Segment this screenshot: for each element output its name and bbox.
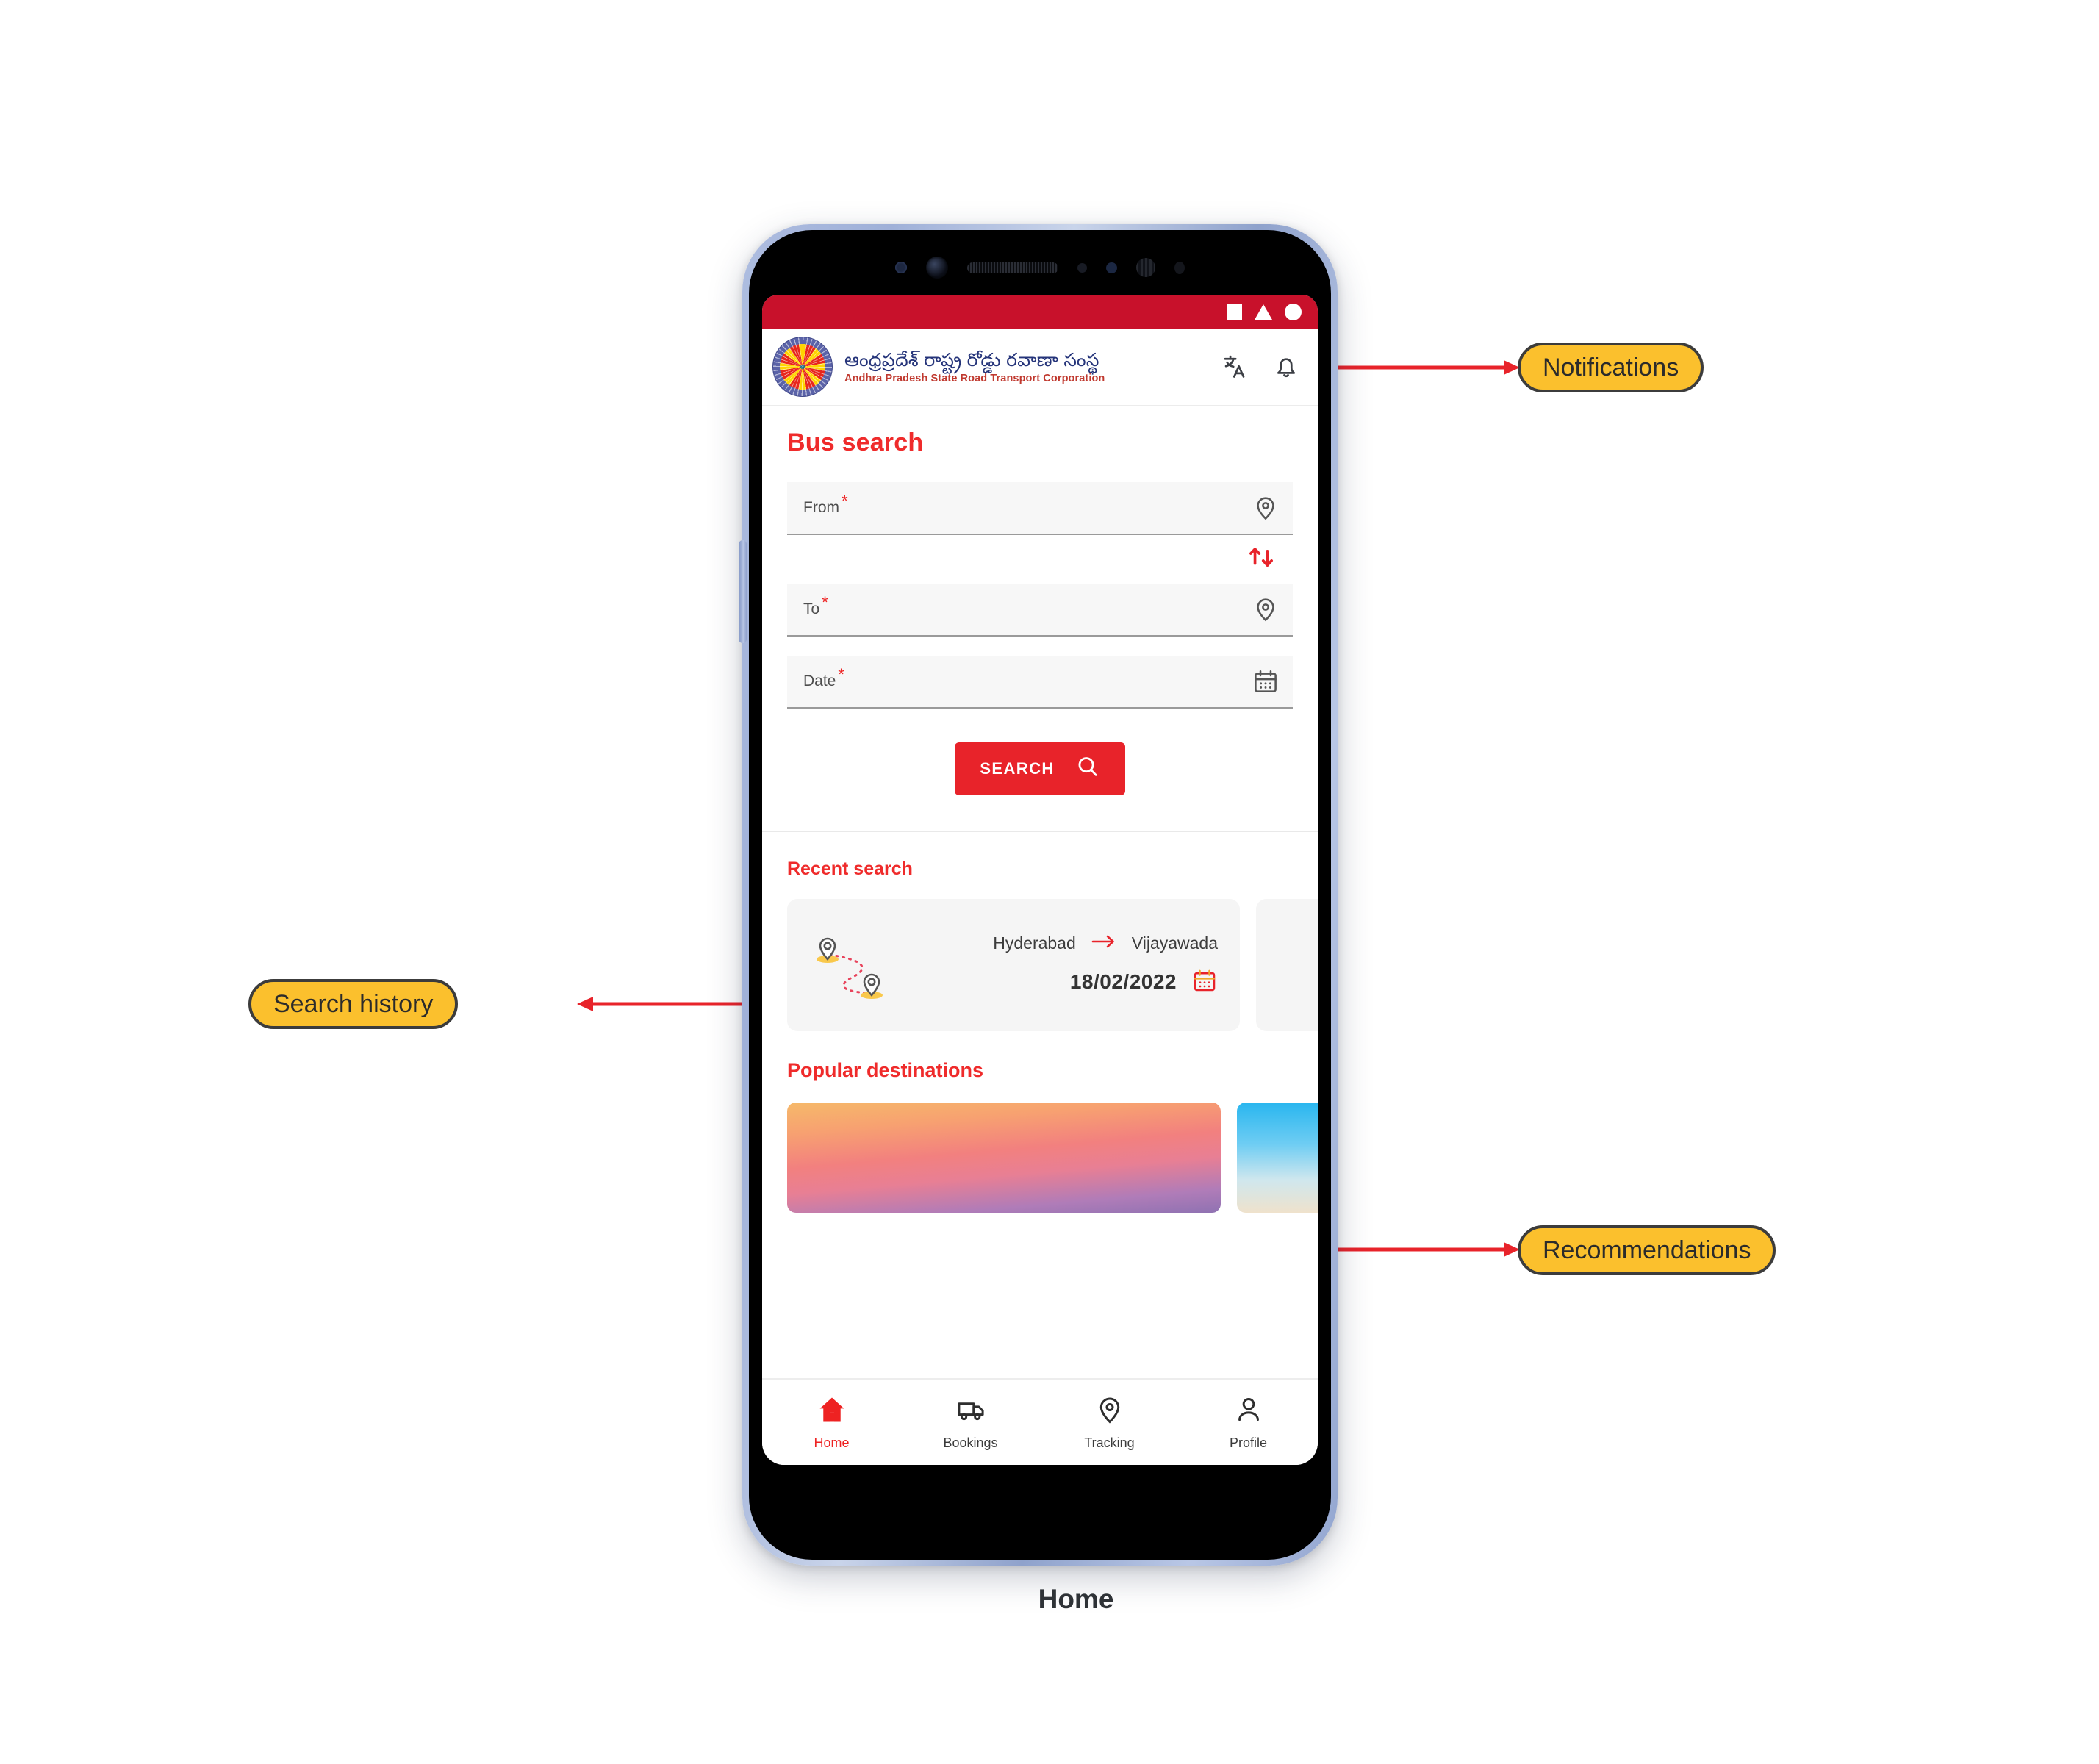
phone-screen: ఆంధ్రప్రదేశ్ రాష్ట్ర రోడ్డు రవాణా సంస్థ … xyxy=(762,295,1318,1465)
location-pin-icon[interactable] xyxy=(1252,595,1280,623)
route-destination: Vijayawada xyxy=(1131,933,1218,953)
section-divider xyxy=(762,831,1318,832)
route-date-row: 18/02/2022 xyxy=(1070,967,1218,997)
recent-search-title: Recent search xyxy=(787,858,913,879)
popular-destinations-list[interactable] xyxy=(762,1102,1318,1213)
sensor-grille-icon xyxy=(1136,258,1155,277)
translate-icon[interactable] xyxy=(1221,351,1252,382)
brand-title-telugu: ఆంధ్రప్రదేశ్ రాష్ట్ర రోడ్డు రవాణా సంస్థ xyxy=(844,349,1099,370)
destination-card-sky[interactable] xyxy=(1237,1102,1318,1213)
swap-row xyxy=(787,535,1293,584)
square-icon xyxy=(1227,304,1242,320)
triangle-icon xyxy=(1255,304,1272,320)
route-date: 18/02/2022 xyxy=(1069,970,1177,993)
nav-label-profile: Profile xyxy=(1229,1435,1268,1450)
from-field-label: From * xyxy=(803,492,848,517)
bus-icon xyxy=(955,1394,986,1429)
nav-label-bookings: Bookings xyxy=(943,1435,998,1450)
iris-sensor-icon xyxy=(1106,262,1117,273)
nav-item-tracking[interactable]: Tracking xyxy=(1040,1394,1179,1451)
arrow-right-icon xyxy=(1091,933,1117,954)
date-field-label: Date * xyxy=(803,665,844,690)
calendar-icon[interactable] xyxy=(1252,667,1280,695)
route-info: Hyderabad Vijayawada 18/02/2022 xyxy=(915,933,1221,997)
nav-item-profile[interactable]: Profile xyxy=(1179,1394,1318,1451)
app-header: ఆంధ్రప్రదేశ్ రాష్ట్ర రోడ్డు రవాణా సంస్థ … xyxy=(762,329,1318,406)
location-pin-icon xyxy=(1094,1394,1125,1429)
route-origin: Hyderabad xyxy=(993,933,1076,953)
route-illustration-partial xyxy=(1274,921,1318,1009)
recent-search-card[interactable]: Hyderabad Vijayawada 18/02/2022 xyxy=(787,899,1240,1031)
search-button-row: SEARCH xyxy=(787,742,1293,795)
bus-search-title: Bus search xyxy=(787,429,924,456)
home-content: Bus search From * To * Date * SEARCH Rec… xyxy=(762,406,1318,1378)
popular-destinations-title: Popular destinations xyxy=(787,1059,984,1081)
callout-recommendations: Recommendations xyxy=(1518,1225,1776,1275)
nav-label-tracking: Tracking xyxy=(1084,1435,1135,1450)
route-cities: Hyderabad Vijayawada xyxy=(993,933,1218,954)
bus-search-form: From * To * Date * SEARCH xyxy=(762,482,1318,795)
header-actions xyxy=(1221,351,1302,382)
destination-card-sunset[interactable] xyxy=(787,1102,1221,1213)
to-field-label: To * xyxy=(803,593,828,618)
route-illustration xyxy=(805,921,915,1009)
sensor-light-icon xyxy=(895,262,907,273)
calendar-icon xyxy=(1191,967,1218,997)
search-icon xyxy=(1075,754,1100,784)
brand-title-english: Andhra Pradesh State Road Transport Corp… xyxy=(844,372,1105,384)
from-field[interactable]: From * xyxy=(787,482,1293,535)
notifications-bell-icon[interactable] xyxy=(1271,351,1302,382)
proximity-sensor-icon xyxy=(1077,262,1087,273)
recent-search-list[interactable]: Hyderabad Vijayawada 18/02/2022 xyxy=(762,899,1318,1031)
location-pin-icon[interactable] xyxy=(1252,494,1280,522)
date-field[interactable]: Date * xyxy=(787,656,1293,709)
search-button-label: SEARCH xyxy=(980,759,1055,778)
search-button[interactable]: SEARCH xyxy=(955,742,1125,795)
callout-search-history: Search history xyxy=(248,979,459,1029)
figure-caption: Home xyxy=(1038,1584,1114,1614)
status-bar xyxy=(762,295,1318,329)
nav-item-bookings[interactable]: Bookings xyxy=(901,1394,1040,1451)
sensor-dot-icon xyxy=(1174,261,1185,274)
nav-label-home: Home xyxy=(814,1435,850,1450)
front-camera-icon xyxy=(926,257,948,279)
phone-mockup: ఆంధ్రప్రదేశ్ రాష్ట్ర రోడ్డు రవాణా సంస్థ … xyxy=(739,224,1338,1566)
phone-sensor-array xyxy=(742,252,1338,283)
circle-icon xyxy=(1285,303,1302,320)
to-field[interactable]: To * xyxy=(787,584,1293,637)
callout-notifications: Notifications xyxy=(1518,343,1704,392)
person-icon xyxy=(1233,1394,1264,1429)
recent-search-card-next[interactable] xyxy=(1256,899,1318,1031)
home-icon xyxy=(817,1394,847,1429)
swap-vertical-arrows-icon[interactable] xyxy=(1244,541,1278,578)
apsrtc-logo xyxy=(773,337,832,396)
phone-side-button[interactable] xyxy=(739,540,747,643)
earpiece-speaker xyxy=(967,262,1058,273)
bottom-navigation: Home Bookings Tracking Profile xyxy=(762,1378,1318,1465)
brand-block: ఆంధ్రప్రదేశ్ రాష్ట్ర రోడ్డు రవాణా సంస్థ … xyxy=(844,350,1105,384)
nav-item-home[interactable]: Home xyxy=(762,1394,901,1451)
